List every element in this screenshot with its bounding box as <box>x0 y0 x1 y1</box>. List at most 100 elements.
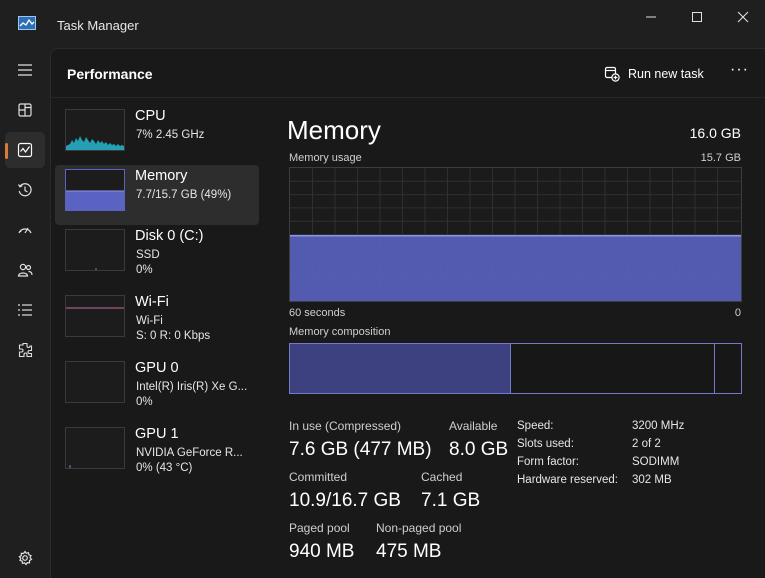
available-label: Available <box>449 419 498 433</box>
spec-slots-value: 2 of 2 <box>632 438 661 450</box>
spec-slots-label: Slots used: <box>517 438 574 450</box>
nav-settings[interactable] <box>5 540 45 576</box>
available-value: 8.0 GB <box>449 439 509 460</box>
memory-usage-graph <box>289 167 742 302</box>
nav-app-history[interactable] <box>5 172 45 208</box>
memory-usage-label: Memory usage <box>289 152 362 164</box>
header-divider <box>51 97 765 98</box>
non-paged-pool-label: Non-paged pool <box>376 521 462 535</box>
services-icon <box>18 342 33 358</box>
device-name: Memory <box>135 168 188 184</box>
memory-total: 16.0 GB <box>689 125 741 141</box>
memory-composition-bar <box>289 343 742 394</box>
in-use-value: 7.6 GB (477 MB) <box>289 439 432 460</box>
more-options-button[interactable]: ··· <box>730 61 749 79</box>
cpu-thumbnail <box>65 109 125 151</box>
paged-pool-value: 940 MB <box>289 541 355 562</box>
disk-thumbnail <box>65 229 125 271</box>
gpu1-thumbnail <box>65 427 125 469</box>
users-icon <box>17 263 33 277</box>
memory-thumbnail <box>65 169 125 211</box>
graph-time-label: 60 seconds <box>289 307 346 319</box>
paged-pool-label: Paged pool <box>289 521 350 535</box>
device-detail: 7.7/15.7 GB (49%) <box>136 189 232 201</box>
run-task-label: Run new task <box>628 67 704 81</box>
app-history-icon <box>17 183 32 197</box>
page-title: Performance <box>67 66 153 82</box>
close-button[interactable] <box>720 0 765 34</box>
nav-startup-apps[interactable] <box>5 212 45 248</box>
composition-standby <box>512 344 715 393</box>
device-usage: S: 0 R: 0 Kbps <box>136 330 211 342</box>
device-detail: SSD <box>136 249 160 261</box>
device-detail: Wi-Fi <box>136 315 163 327</box>
nav-menu-button[interactable] <box>5 52 45 88</box>
device-gpu1[interactable]: GPU 1 NVIDIA GeForce R... 0% (43 °C) <box>55 423 259 483</box>
device-wifi[interactable]: Wi-Fi Wi-Fi S: 0 R: 0 Kbps <box>55 291 259 351</box>
spec-hardware-reserved-value: 302 MB <box>632 474 672 486</box>
task-manager-window: Task Manager Performance Run new task ··… <box>0 0 765 578</box>
minimize-button[interactable] <box>628 0 674 34</box>
device-name: GPU 0 <box>135 360 179 376</box>
wifi-thumbnail <box>65 295 125 337</box>
composition-in-use <box>290 344 511 393</box>
startup-apps-icon <box>18 227 32 234</box>
gpu1-mini-graph <box>69 465 71 468</box>
device-name: GPU 1 <box>135 426 179 442</box>
nav-services[interactable] <box>5 332 45 368</box>
maximize-icon <box>692 12 702 22</box>
disk-mini-graph <box>95 268 97 270</box>
device-detail: Intel(R) Iris(R) Xe G... <box>136 381 248 393</box>
cached-label: Cached <box>421 470 463 484</box>
device-name: Disk 0 (C:) <box>135 228 204 244</box>
nav-performance[interactable] <box>5 132 45 168</box>
run-new-task-button[interactable]: Run new task <box>604 63 704 85</box>
window-title: Task Manager <box>57 18 139 33</box>
non-paged-pool-value: 475 MB <box>376 541 442 562</box>
cpu-mini-graph <box>66 136 124 150</box>
nav-processes[interactable] <box>5 92 45 128</box>
memory-usage-chart <box>290 168 741 301</box>
spec-form-factor-value: SODIMM <box>632 456 680 468</box>
graph-time-min: 0 <box>734 307 741 319</box>
processes-icon <box>18 103 32 117</box>
device-detail: 7% 2.45 GHz <box>136 129 205 141</box>
spec-speed-value: 3200 MHz <box>632 420 685 432</box>
device-detail: NVIDIA GeForce R... <box>136 447 243 459</box>
hamburger-icon <box>18 64 32 76</box>
cached-value: 7.1 GB <box>421 490 481 511</box>
device-gpu0[interactable]: GPU 0 Intel(R) Iris(R) Xe G... 0% <box>55 357 259 417</box>
detail-title: Memory <box>287 115 381 145</box>
task-manager-app-icon <box>18 16 36 30</box>
spec-speed-label: Speed: <box>517 420 554 432</box>
run-task-icon <box>604 66 620 82</box>
spec-hardware-reserved-label: Hardware reserved: <box>517 474 618 486</box>
memory-composition-label: Memory composition <box>289 326 391 338</box>
close-icon <box>737 11 749 23</box>
performance-icon <box>17 142 33 158</box>
device-name: Wi-Fi <box>135 294 169 310</box>
wifi-mini-graph <box>66 307 124 309</box>
device-cpu[interactable]: CPU 7% 2.45 GHz <box>55 105 259 165</box>
gpu0-thumbnail <box>65 361 125 403</box>
nav-users[interactable] <box>5 252 45 288</box>
committed-value: 10.9/16.7 GB <box>289 490 401 511</box>
memory-mini-graph <box>66 190 124 210</box>
settings-icon <box>18 550 33 566</box>
device-usage: 0% (43 °C) <box>136 462 193 474</box>
performance-panel: Performance Run new task ··· CPU 7% 2.45… <box>50 48 765 578</box>
minimize-icon <box>646 16 656 18</box>
device-memory[interactable]: Memory 7.7/15.7 GB (49%) <box>55 165 259 225</box>
title-bar: Task Manager <box>0 0 765 48</box>
spec-form-factor-label: Form factor: <box>517 456 579 468</box>
active-indicator <box>5 143 8 159</box>
navigation-rail <box>0 48 50 578</box>
memory-usage-max: 15.7 GB <box>700 152 741 164</box>
memory-usage-area <box>290 235 741 301</box>
committed-label: Committed <box>289 470 348 484</box>
maximize-button[interactable] <box>674 0 720 34</box>
device-disk[interactable]: Disk 0 (C:) SSD 0% <box>55 225 259 285</box>
details-icon <box>18 304 32 316</box>
nav-details[interactable] <box>5 292 45 328</box>
device-usage: 0% <box>136 264 153 276</box>
